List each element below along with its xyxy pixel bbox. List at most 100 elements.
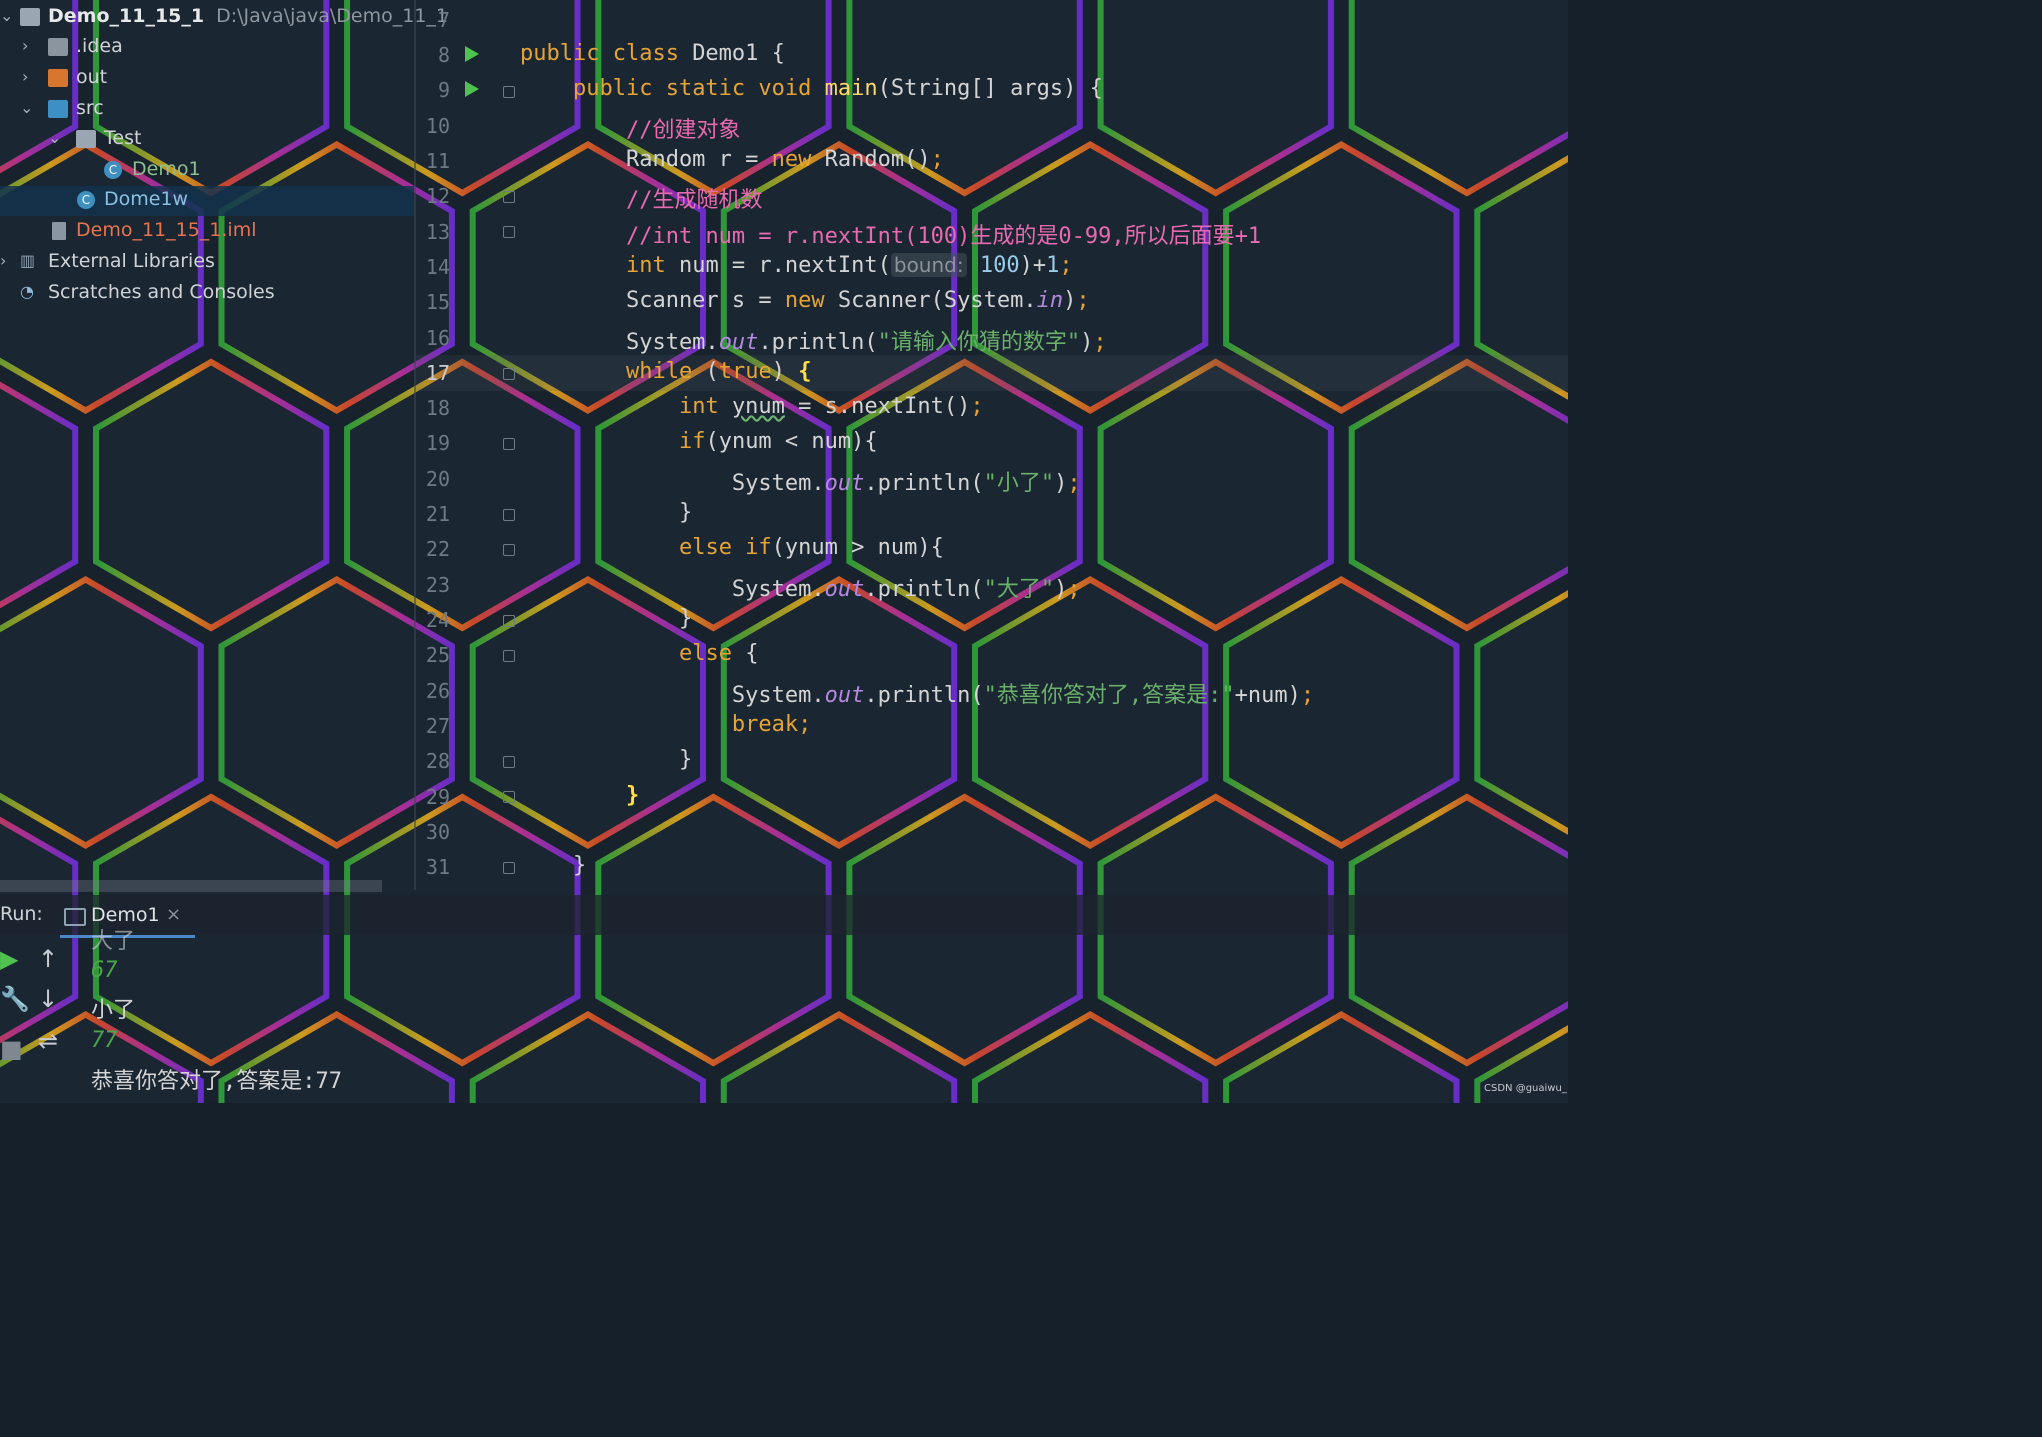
chevron-right-icon[interactable]: › [22, 67, 28, 86]
tree-item-iml[interactable]: Demo_11_15_1.iml [0, 217, 414, 247]
down-arrow-icon[interactable]: ↓ [38, 985, 58, 1013]
code-line[interactable]: if(ynum < num){ [520, 429, 878, 454]
code-line[interactable]: System.out.println("大了"); [520, 571, 1081, 603]
wrench-icon[interactable]: 🔧 [0, 985, 30, 1013]
chevron-down-icon[interactable]: ⌄ [0, 6, 13, 25]
line-number: 24 [425, 608, 450, 632]
run-label: Run: [0, 903, 43, 925]
folder-icon [48, 100, 68, 118]
file-icon [52, 222, 66, 240]
line-number: 21 [425, 502, 450, 526]
project-tree: ⌄ Demo_11_15_1 D:\Java\java\Demo_11_1 › .… [0, 0, 448, 880]
run-gutter-icon[interactable] [465, 81, 479, 97]
line-number: 31 [425, 855, 450, 879]
fold-icon[interactable] [503, 544, 515, 556]
tree-item-label: External Libraries [48, 250, 215, 272]
code-line[interactable]: } [520, 783, 639, 808]
console-input-line: 77 [91, 1028, 118, 1053]
tree-item-idea[interactable]: › .idea [0, 33, 414, 63]
tree-item-label: Dome1w [104, 188, 189, 210]
scratches-icon: ◔ [20, 282, 34, 301]
code-line[interactable]: Random r = new Random(); [520, 147, 944, 172]
line-number: 13 [425, 220, 450, 244]
line-number: 12 [425, 184, 450, 208]
line-number: 19 [425, 431, 450, 455]
code-line[interactable]: while (true) { [520, 359, 811, 384]
fold-icon[interactable] [503, 862, 515, 874]
fold-icon[interactable] [503, 368, 515, 380]
code-line[interactable]: } [520, 606, 692, 631]
line-number: 28 [425, 749, 450, 773]
console-line: 大了 [91, 929, 136, 954]
chevron-down-icon[interactable]: ⌄ [48, 128, 61, 147]
line-number: 18 [425, 396, 450, 420]
fold-icon[interactable] [503, 756, 515, 768]
fold-icon[interactable] [503, 191, 515, 203]
line-number: 7 [437, 8, 450, 32]
run-gutter-icon[interactable] [465, 46, 479, 62]
console-icon [64, 908, 86, 926]
tree-item-label: Demo1 [132, 158, 201, 180]
code-line[interactable]: //创建对象 [520, 112, 741, 144]
gutter-separator [414, 0, 416, 890]
fold-icon[interactable] [503, 650, 515, 662]
line-number: 10 [425, 114, 450, 138]
tree-item-external-libraries[interactable]: › ▥ External Libraries [0, 248, 414, 278]
fold-icon[interactable] [503, 791, 515, 803]
code-line[interactable]: Scanner s = new Scanner(System.in); [520, 288, 1090, 313]
code-line[interactable]: int num = r.nextInt(bound: 100)+1; [520, 253, 1073, 278]
tree-item-label: out [76, 66, 108, 88]
tree-item-scratches[interactable]: ◔ Scratches and Consoles [0, 279, 414, 309]
fold-icon[interactable] [503, 226, 515, 238]
stop-icon[interactable]: ■ [0, 1035, 23, 1063]
wrap-icon[interactable]: ⇌ [38, 1027, 58, 1055]
fold-icon[interactable] [503, 86, 515, 98]
line-number: 22 [425, 537, 450, 561]
horizontal-scrollbar[interactable] [0, 880, 382, 892]
tree-item-src[interactable]: ⌄ src [0, 95, 414, 125]
run-toolbar: Run: Demo1 × [0, 895, 1568, 938]
tree-item-label: src [76, 97, 104, 119]
code-line[interactable]: System.out.println("小了"); [520, 465, 1081, 497]
tree-item-test[interactable]: ⌄ Test [0, 125, 414, 155]
code-line[interactable]: break; [520, 712, 811, 737]
class-icon: C [77, 191, 95, 209]
chevron-right-icon[interactable]: › [22, 36, 28, 55]
code-line[interactable]: else { [520, 641, 758, 666]
run-icon[interactable]: ▶ [0, 945, 18, 973]
class-icon: C [104, 161, 122, 179]
line-number: 27 [425, 714, 450, 738]
fold-icon[interactable] [503, 615, 515, 627]
line-number: 11 [425, 149, 450, 173]
tree-item-demo1[interactable]: C Demo1 [0, 156, 414, 186]
code-line[interactable]: else if(ynum > num){ [520, 535, 944, 560]
tree-root[interactable]: ⌄ Demo_11_15_1 D:\Java\java\Demo_11_1 [0, 3, 448, 33]
code-line[interactable]: public class Demo1 { [520, 41, 785, 66]
tree-item-label: Demo_11_15_1.iml [76, 219, 257, 241]
up-arrow-icon[interactable]: ↑ [38, 945, 58, 973]
code-line[interactable]: } [520, 500, 692, 525]
code-line[interactable]: System.out.println("请输入你猜的数字"); [520, 324, 1107, 356]
line-number: 20 [425, 467, 450, 491]
run-side-toolbar: ▶ ↑ 🔧 ↓ ■ ⇌ [0, 935, 74, 1103]
code-line[interactable]: //生成随机数 [520, 182, 763, 214]
code-line[interactable]: public static void main(String[] args) { [520, 76, 1103, 101]
fold-icon[interactable] [503, 438, 515, 450]
tree-item-dome1w[interactable]: C Dome1w [0, 186, 414, 216]
project-name: Demo_11_15_1 [48, 5, 205, 27]
close-icon[interactable]: × [166, 904, 181, 925]
code-line[interactable]: } [520, 747, 692, 772]
line-number: 14 [425, 255, 450, 279]
watermark: CSDN @guaiwu_ [1484, 1083, 1567, 1094]
fold-icon[interactable] [503, 509, 515, 521]
code-line[interactable]: } [520, 853, 586, 878]
tree-item-out[interactable]: › out [0, 64, 414, 94]
folder-icon [20, 8, 40, 26]
code-line[interactable]: System.out.println("恭喜你答对了,答案是:"+num); [520, 677, 1314, 709]
folder-icon [48, 69, 68, 87]
chevron-down-icon[interactable]: ⌄ [20, 98, 33, 117]
chevron-right-icon[interactable]: › [0, 251, 6, 270]
code-line[interactable]: int ynum = s.nextInt(); [520, 394, 984, 419]
console-line: 恭喜你答对了,答案是:77 [91, 1069, 342, 1094]
code-line[interactable]: //int num = r.nextInt(100)生成的是0-99,所以后面要… [520, 218, 1261, 250]
